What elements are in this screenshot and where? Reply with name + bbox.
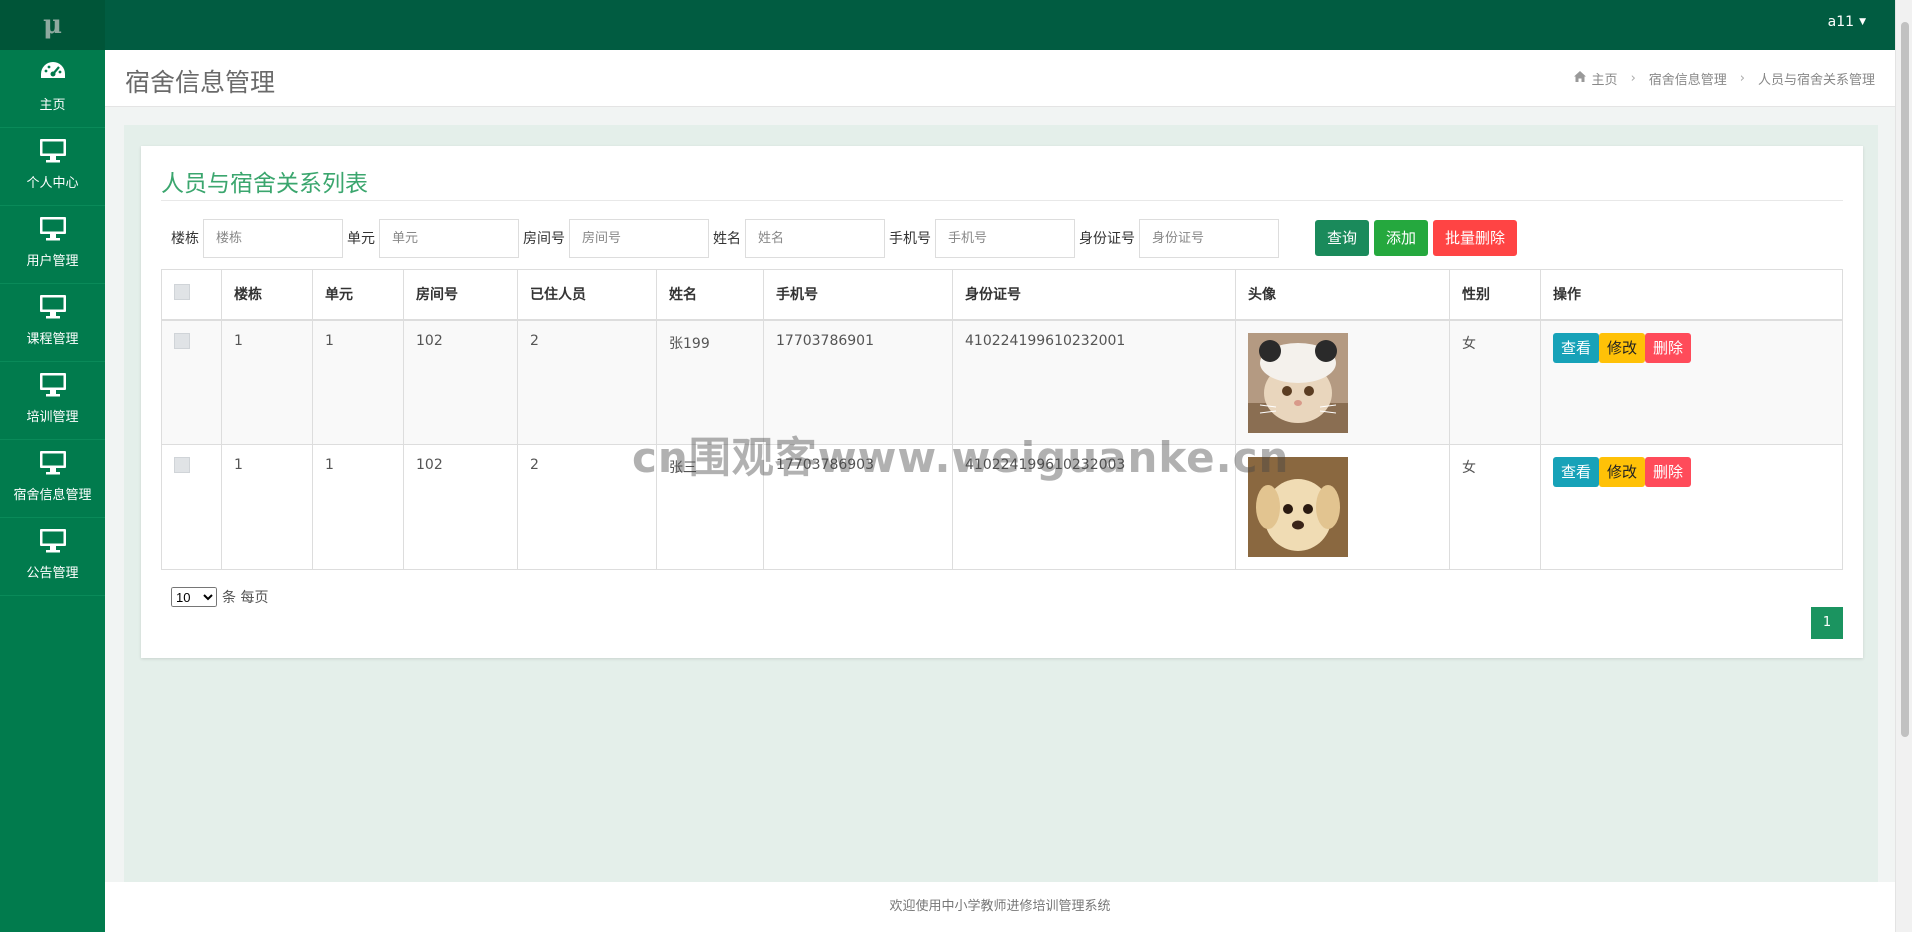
room-label: 房间号 [523, 231, 565, 247]
breadcrumb: 主页 › 宿舍信息管理 › 人员与宿舍关系管理 [1573, 69, 1875, 88]
select-all-header [161, 269, 222, 321]
cat-avatar [1248, 332, 1348, 433]
delete-button[interactable]: 删除 [1645, 457, 1692, 487]
user-menu[interactable]: a11 ▼ [1828, 0, 1866, 44]
page-header: 宿舍信息管理 主页 › 宿舍信息管理 › 人员与宿舍关系管理 [105, 50, 1895, 107]
gender-cell: 女 [1449, 444, 1541, 570]
footer: 欢迎使用中小学教师进修培训管理系统 [105, 882, 1895, 932]
sidebar-item-home[interactable]: 主页 [0, 50, 105, 128]
row-checkbox[interactable] [174, 332, 190, 349]
brand-logo[interactable]: μ [0, 0, 105, 50]
dashboard-icon [0, 60, 105, 88]
user-name: a11 [1827, 14, 1855, 30]
sidebar-item-users[interactable]: 用户管理 [0, 206, 105, 284]
name-label: 姓名 [713, 231, 741, 247]
per-page-label: 条 每页 [222, 590, 269, 606]
monitor-icon [0, 216, 105, 244]
monitor-icon [0, 450, 105, 478]
caret-down-icon: ▼ [1859, 17, 1866, 27]
column-header: 已住人员 [517, 269, 657, 321]
row-select-cell [161, 444, 222, 570]
select-all-checkbox[interactable] [174, 284, 190, 301]
name-input[interactable] [745, 218, 885, 258]
unit-cell: 1 [312, 444, 404, 570]
data-table: 楼栋 单元 房间号 已住人员 姓名 手机号 身份证号 头像 性别 操作 1 1 … [161, 269, 1843, 570]
page-size-control: 10 20 30 50 条 每页 [171, 587, 268, 607]
home-icon [1573, 71, 1586, 86]
breadcrumb-separator: › [1630, 71, 1636, 86]
breadcrumb-current: 人员与宿舍关系管理 [1757, 73, 1875, 88]
sidebar-item-label: 培训管理 [26, 410, 79, 425]
breadcrumb-home[interactable]: 主页 [1592, 69, 1618, 88]
unit-cell: 1 [312, 319, 404, 445]
divider [161, 200, 1843, 201]
sidebar-item-label: 课程管理 [26, 332, 79, 347]
id-number-label: 身份证号 [1079, 231, 1135, 247]
column-header: 身份证号 [952, 269, 1236, 321]
building-cell: 1 [221, 444, 313, 570]
sidebar-item-courses[interactable]: 课程管理 [0, 284, 105, 362]
query-button[interactable]: 查询 [1315, 220, 1370, 256]
building-cell: 1 [221, 319, 313, 445]
sidebar-item-announcements[interactable]: 公告管理 [0, 518, 105, 596]
sidebar-item-label: 公告管理 [26, 566, 79, 581]
page-title: 宿舍信息管理 [125, 68, 276, 97]
delete-button[interactable]: 删除 [1645, 332, 1692, 363]
sidebar: 主页 个人中心 用户管理 课程管理 培训管理 宿舍信息管理 公告管理 [0, 50, 105, 932]
table-header-row: 楼栋 单元 房间号 已住人员 姓名 手机号 身份证号 头像 性别 操作 [161, 269, 1843, 321]
vertical-scrollbar[interactable] [1895, 0, 1912, 932]
scrollbar-thumb[interactable] [1901, 22, 1909, 737]
view-button[interactable]: 查看 [1553, 457, 1600, 487]
edit-button[interactable]: 修改 [1599, 332, 1646, 363]
unit-input[interactable] [379, 218, 519, 258]
phone-label: 手机号 [889, 231, 931, 247]
watermark: cn围观客www.weiguanke.cn [632, 433, 1290, 482]
breadcrumb-level1[interactable]: 宿舍信息管理 [1649, 69, 1727, 88]
column-header: 姓名 [656, 269, 764, 321]
sidebar-item-label: 主页 [39, 98, 66, 113]
actions-cell: 查看 修改 删除 [1540, 319, 1843, 445]
column-header: 单元 [312, 269, 404, 321]
breadcrumb-separator: › [1739, 71, 1745, 86]
room-cell: 102 [403, 444, 518, 570]
phone-input[interactable] [935, 218, 1075, 258]
page-size-select[interactable]: 10 20 30 50 [171, 587, 217, 607]
row-select-cell [161, 319, 222, 445]
sidebar-item-dormitory[interactable]: 宿舍信息管理 [0, 440, 105, 518]
row-checkbox[interactable] [174, 457, 190, 473]
edit-button[interactable]: 修改 [1599, 457, 1646, 487]
page-1-button[interactable]: 1 [1811, 607, 1843, 639]
add-button[interactable]: 添加 [1374, 220, 1429, 256]
search-form: 楼栋 单元 房间号 姓名 手机号 身份证号 查询 添加 批量删除 [171, 218, 1518, 258]
building-input[interactable] [203, 218, 343, 258]
list-card: 人员与宿舍关系列表 楼栋 单元 房间号 姓名 手机号 身份证号 查询 添加 批量… [141, 146, 1863, 658]
room-input[interactable] [569, 218, 709, 258]
view-button[interactable]: 查看 [1553, 332, 1600, 363]
batch-delete-button[interactable]: 批量删除 [1433, 220, 1518, 256]
id-number-input[interactable] [1139, 218, 1279, 258]
building-label: 楼栋 [171, 231, 199, 247]
column-header: 手机号 [763, 269, 953, 321]
sidebar-item-personal-center[interactable]: 个人中心 [0, 128, 105, 206]
card-title: 人员与宿舍关系列表 [161, 171, 368, 197]
column-header: 房间号 [403, 269, 518, 321]
column-header: 头像 [1235, 269, 1450, 321]
column-header: 楼栋 [221, 269, 313, 321]
monitor-icon [0, 294, 105, 322]
top-navbar: μ a11 ▼ [0, 0, 1912, 50]
unit-label: 单元 [347, 231, 375, 247]
actions-cell: 查看 修改 删除 [1540, 444, 1843, 570]
monitor-icon [0, 372, 105, 400]
room-cell: 102 [403, 319, 518, 445]
sidebar-item-label: 用户管理 [26, 254, 79, 269]
monitor-icon [0, 528, 105, 556]
column-header: 操作 [1540, 269, 1843, 321]
sidebar-item-label: 个人中心 [26, 176, 79, 191]
monitor-icon [0, 138, 105, 166]
sidebar-item-training[interactable]: 培训管理 [0, 362, 105, 440]
column-header: 性别 [1449, 269, 1541, 321]
gender-cell: 女 [1449, 319, 1541, 445]
sidebar-item-label: 宿舍信息管理 [13, 488, 92, 503]
